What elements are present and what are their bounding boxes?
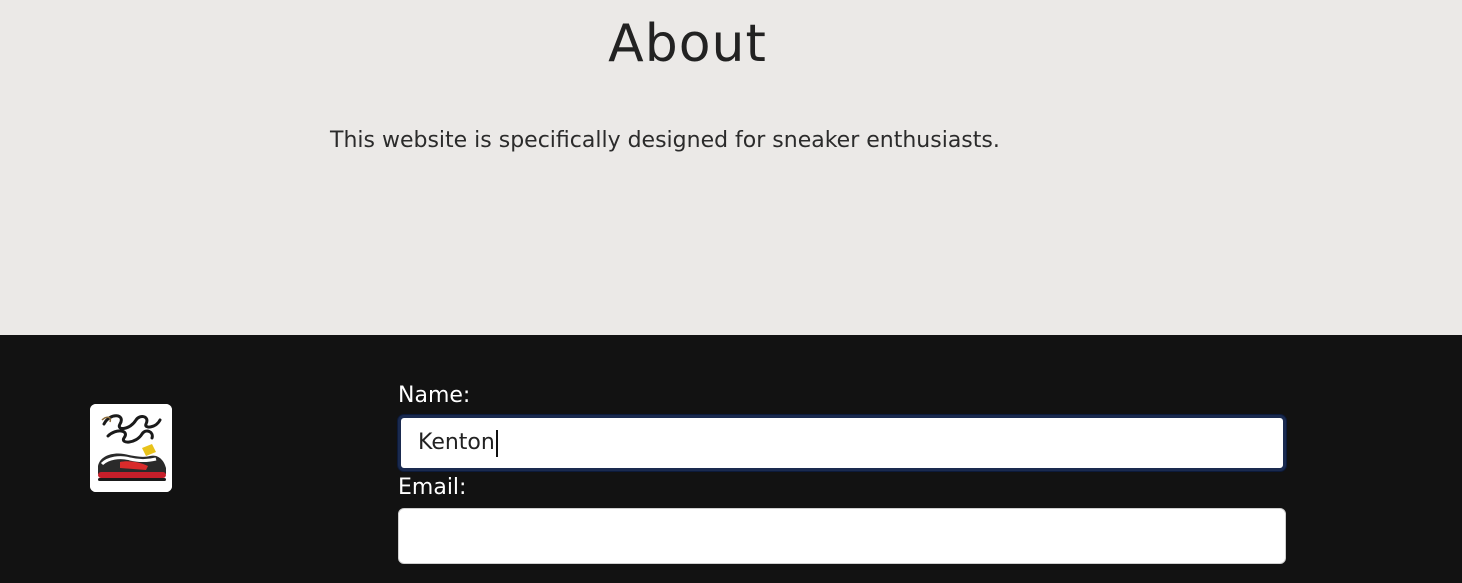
sneaker-ready-logo-icon[interactable]	[90, 404, 172, 492]
email-label: Email:	[398, 475, 467, 500]
name-label: Name:	[398, 383, 471, 408]
footer: Name: Kenton Email:	[0, 335, 1462, 583]
logo-graphic	[90, 404, 172, 492]
name-input[interactable]: Kenton	[398, 415, 1286, 471]
text-caret	[495, 429, 498, 457]
about-section: About This website is specifically desig…	[0, 0, 1462, 335]
name-input-value: Kenton	[418, 430, 495, 455]
about-title: About	[608, 14, 767, 74]
email-input[interactable]	[398, 508, 1286, 564]
about-description: This website is specifically designed fo…	[330, 128, 1000, 153]
